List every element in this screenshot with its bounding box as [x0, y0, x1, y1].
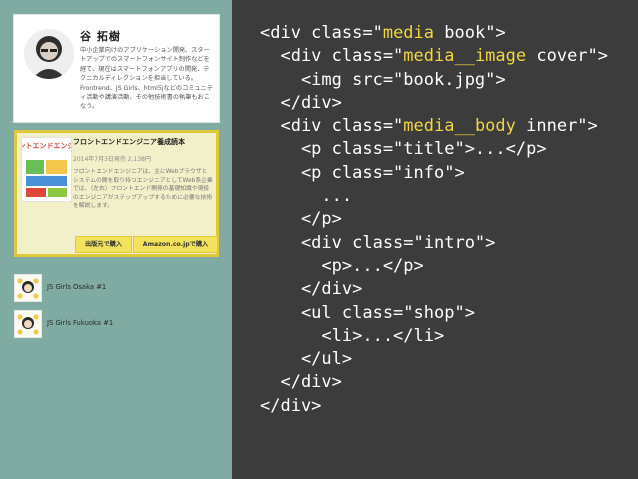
code-token: </div> [260, 92, 342, 113]
code-token: <p>...</p> [260, 255, 424, 276]
profile-name: 谷 拓樹 [80, 30, 121, 43]
avatar-portrait-icon [24, 29, 74, 79]
code-line: <img src="book.jpg"> [260, 69, 608, 92]
book-cover-image-icon: フロントエンドエンジニア [22, 138, 71, 201]
code-token: </div> [260, 372, 342, 393]
code-line: </div> [260, 278, 608, 301]
code-line: <p class="title">...</p> [260, 138, 608, 161]
code-class-highlight: media__image [403, 46, 527, 67]
code-token: </p> [260, 209, 342, 230]
event-thumbnail [14, 274, 42, 302]
code-line: <div class="media book"> [260, 22, 608, 45]
code-token: <ul class="shop"> [260, 302, 475, 323]
code-line: ... [260, 185, 608, 208]
code-line: <p>...</p> [260, 255, 608, 278]
code-token: <img src="book.jpg"> [260, 69, 506, 90]
code-token: book"> [434, 23, 506, 43]
code-token: <div class=" [260, 46, 404, 67]
code-line: </p> [260, 208, 608, 231]
code-token: <div class=" [260, 23, 383, 43]
js-girls-logo-icon [15, 275, 41, 301]
code-line: </div> [260, 395, 608, 418]
code-line: <ul class="shop"> [260, 302, 608, 325]
event-label: JS Girls Osaka #1 [47, 283, 107, 291]
book-title: フロントエンドエンジニア養成読本 [73, 138, 185, 146]
event-item-osaka[interactable]: JS Girls Osaka #1 [14, 274, 219, 304]
code-panel: <div class="media book"> <div class="med… [232, 0, 638, 479]
event-label: JS Girls Fukuoka #1 [47, 319, 114, 327]
book-cover-text: フロントエンドエンジニア [22, 142, 71, 150]
code-line: </ul> [260, 348, 608, 371]
code-line: <div class="intro"> [260, 232, 608, 255]
js-girls-logo-icon [15, 311, 41, 337]
code-class-highlight: media [382, 23, 435, 43]
code-line: <div class="media__image cover"> [260, 45, 608, 68]
code-token: <li>...</li> [260, 325, 445, 346]
buy-amazon-button[interactable]: Amazon.co.jpで購入 [133, 236, 218, 253]
code-line: <p class="info"> [260, 162, 608, 185]
preview-panel: 谷 拓樹 中小企業向けのアプリケーション開発、スタートアップでのスマートフォンサ… [0, 0, 232, 479]
profile-card: 谷 拓樹 中小企業向けのアプリケーション開発、スタートアップでのスマートフォンサ… [13, 14, 220, 123]
code-token: ... [260, 186, 353, 207]
code-token: </div> [260, 395, 322, 416]
buy-publisher-button[interactable]: 出版元で購入 [75, 236, 132, 253]
event-item-fukuoka[interactable]: JS Girls Fukuoka #1 [14, 310, 219, 340]
slide: 谷 拓樹 中小企業向けのアプリケーション開発、スタートアップでのスマートフォンサ… [0, 0, 638, 479]
avatar [24, 29, 74, 79]
code-token: <div class=" [260, 116, 404, 137]
book-intro: フロントエンドエンジニアは、主にWebブラウザとシステムの間を取り持つエンジニア… [73, 169, 213, 210]
code-token: </ul> [260, 349, 353, 370]
code-token: <div class="intro"> [260, 232, 496, 253]
code-token: cover"> [526, 46, 609, 67]
code-token: </div> [260, 279, 363, 300]
code-line: </div> [260, 371, 608, 394]
code-token: <p class="title">...</p> [260, 139, 547, 160]
code-line: </div> [260, 92, 608, 115]
code-block: <div class="media book"> <div class="med… [260, 22, 608, 418]
code-token: <p class="info"> [260, 162, 465, 183]
book-cover[interactable]: フロントエンドエンジニア [21, 137, 72, 202]
code-line: <li>...</li> [260, 325, 608, 348]
profile-bio: 中小企業向けのアプリケーション開発、スタートアップでのスマートフォンサイト制作な… [80, 47, 214, 111]
code-token: inner"> [515, 116, 598, 137]
code-class-highlight: media__body [403, 116, 516, 137]
book-info: 2014年7月3日発売 2,138円 [73, 156, 151, 163]
code-line: <div class="media__body inner"> [260, 115, 608, 138]
book-media: フロントエンドエンジニア フロントエンドエンジニア養成読本 2014年7月3日発… [14, 130, 219, 257]
event-thumbnail [14, 310, 42, 338]
